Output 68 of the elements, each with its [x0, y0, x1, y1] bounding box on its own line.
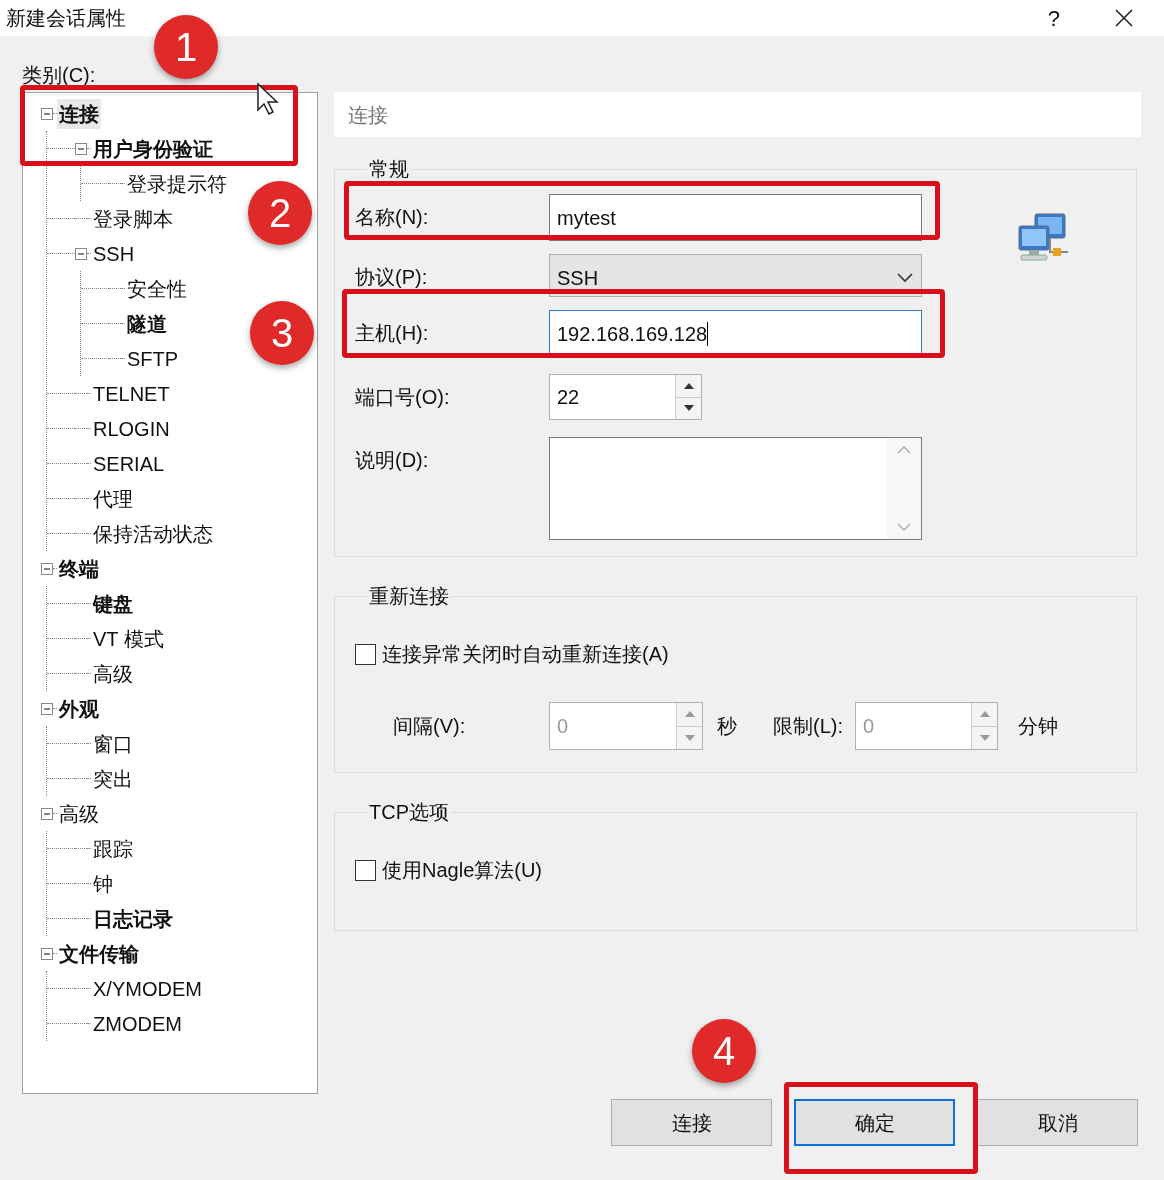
dialog-button[interactable]: 确定: [794, 1099, 955, 1146]
tree-item[interactable]: 键盘: [91, 588, 135, 619]
tree-item[interactable]: SSH: [91, 238, 137, 269]
field-label: 协议(P):: [355, 265, 429, 290]
decrement-icon[interactable]: [683, 405, 694, 412]
tree-item[interactable]: 高级: [91, 658, 135, 689]
tree-item[interactable]: 突出: [91, 763, 135, 794]
tree-item[interactable]: 文件传输: [57, 938, 141, 969]
caret-icon: [897, 272, 913, 283]
tree-item[interactable]: 登录脚本: [91, 203, 175, 234]
tree-item[interactable]: 窗口: [91, 728, 135, 759]
description-field[interactable]: [549, 437, 922, 540]
collapse-icon[interactable]: [41, 702, 53, 715]
field-label: 端口号(O):: [355, 385, 451, 410]
collapse-icon[interactable]: [41, 107, 53, 120]
collapse-icon[interactable]: [41, 807, 53, 820]
unit-label: 分钟: [1018, 714, 1058, 739]
dialog-button[interactable]: 取消: [977, 1099, 1138, 1146]
help-button[interactable]: ?: [1043, 1, 1064, 35]
tree-item[interactable]: 跟踪: [91, 833, 135, 864]
tree-item[interactable]: 登录提示符: [125, 168, 229, 199]
group-title: TCP选项: [368, 800, 450, 825]
checkbox[interactable]: 使用Nagle算法(U): [355, 855, 1136, 885]
field-label: 主机(H):: [355, 321, 430, 346]
window-title: 新建会话属性: [6, 6, 126, 31]
collapse-icon[interactable]: [75, 247, 87, 260]
spinner-label: 限制(L):: [773, 714, 843, 739]
spinner-label: 间隔(V):: [393, 714, 467, 739]
tree-item[interactable]: ZMODEM: [91, 1008, 184, 1039]
close-icon[interactable]: [1114, 8, 1134, 28]
number-spinner[interactable]: 22: [549, 374, 702, 420]
section-title: 连接: [348, 102, 388, 128]
tree-item[interactable]: VT 模式: [91, 623, 166, 654]
tree-item[interactable]: X/YMODEM: [91, 973, 204, 1004]
step-number: 1: [154, 15, 218, 79]
tree-item[interactable]: 日志记录: [91, 903, 175, 934]
protocol-dropdown[interactable]: SSH: [549, 254, 922, 297]
group-title: 重新连接: [368, 584, 450, 609]
collapse-icon[interactable]: [41, 947, 53, 960]
field-label: 名称(N):: [355, 205, 430, 230]
scrollbar[interactable]: [887, 438, 921, 539]
scroll-up-icon[interactable]: [897, 446, 911, 454]
category-label: 类别(C):: [22, 63, 96, 88]
step-number: 4: [692, 1019, 756, 1083]
unit-label: 秒: [717, 714, 737, 739]
field-label: 说明(D):: [355, 448, 430, 473]
tree-item[interactable]: TELNET: [91, 378, 172, 409]
tree-item[interactable]: SERIAL: [91, 448, 167, 479]
tree-item[interactable]: SFTP: [125, 343, 181, 374]
tree-item[interactable]: 高级: [57, 798, 101, 829]
dialog-button[interactable]: 连接: [611, 1099, 772, 1146]
group-title: 常规: [368, 157, 410, 182]
tree-item[interactable]: 钟: [91, 868, 115, 899]
collapse-icon[interactable]: [41, 562, 53, 575]
text-field[interactable]: mytest: [549, 194, 922, 241]
collapse-icon[interactable]: [75, 142, 87, 155]
tree-item[interactable]: 代理: [91, 483, 135, 514]
increment-icon[interactable]: [683, 382, 694, 389]
scroll-down-icon[interactable]: [897, 523, 911, 531]
checkbox[interactable]: 连接异常关闭时自动重新连接(A): [355, 639, 1136, 669]
tree-item[interactable]: 隧道: [125, 308, 169, 339]
tree-item[interactable]: 外观: [57, 693, 101, 724]
tree-item[interactable]: RLOGIN: [91, 413, 172, 444]
tree-item[interactable]: 终端: [57, 553, 101, 584]
tree-item[interactable]: 安全性: [125, 273, 189, 304]
tree-item[interactable]: 用户身份验证: [91, 133, 215, 164]
tree-item[interactable]: 保持活动状态: [91, 518, 215, 549]
tree-item[interactable]: 连接: [57, 98, 101, 129]
